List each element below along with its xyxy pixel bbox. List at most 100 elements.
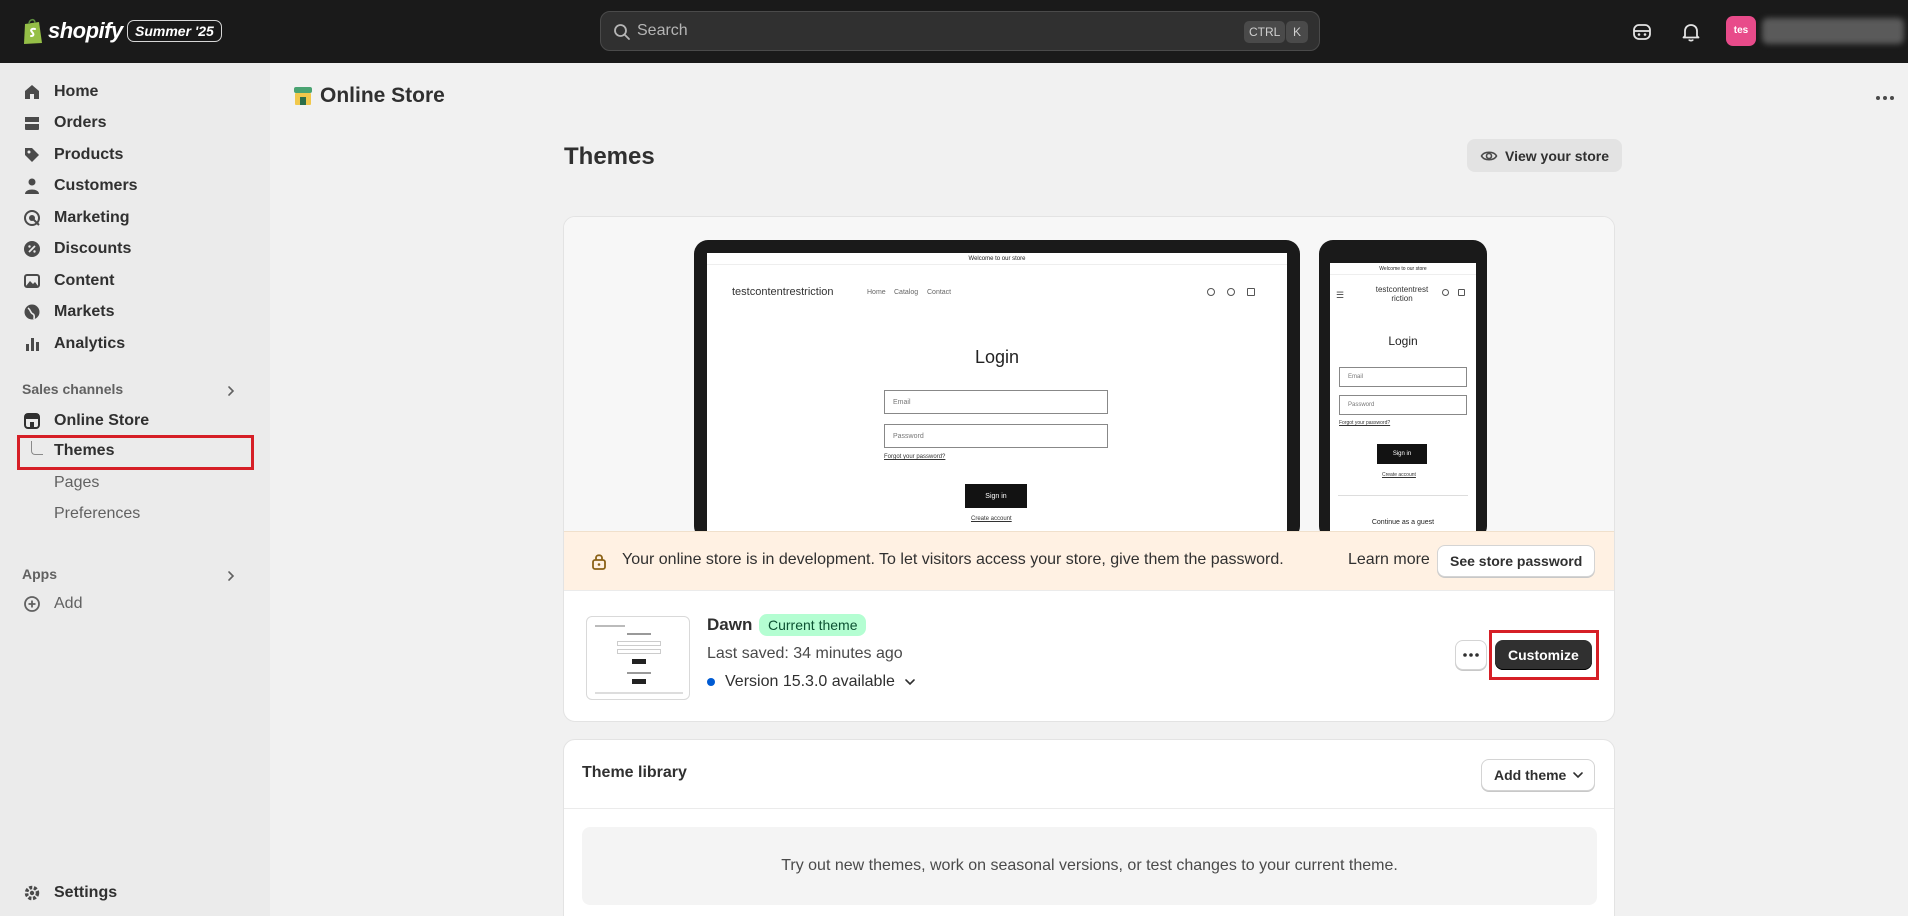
sidebar-item-label: Customers (54, 177, 138, 194)
preview-store-name: testcontentrestriction (732, 286, 834, 298)
theme-library-title: Theme library (582, 764, 687, 781)
sidebar-item-markets[interactable]: Markets (22, 297, 250, 327)
discount-icon (24, 241, 40, 257)
thumb-line (627, 633, 651, 635)
preview-login-heading: Login (974, 347, 1020, 367)
apps-label: Apps (22, 566, 57, 582)
view-store-button[interactable]: View your store (1467, 139, 1623, 172)
preview-nav-contact: Contact (927, 289, 952, 296)
preview-create-link: Create account (1382, 472, 1416, 478)
chevron-down-icon (1573, 772, 1584, 779)
see-store-password-button[interactable]: See store password (1437, 545, 1596, 577)
tag-icon (25, 148, 39, 162)
sidebar-item-orders[interactable]: Orders (22, 108, 250, 138)
search-input[interactable] (637, 12, 1197, 50)
sidebar-subitem-pages[interactable]: Pages (54, 474, 99, 492)
learn-more-link[interactable]: Learn more (1348, 551, 1430, 569)
thumb-button (632, 679, 646, 684)
preview-nav-home: Home (867, 289, 886, 296)
account-avatar[interactable]: tes (1726, 16, 1756, 46)
sidebar-item-home[interactable]: Home (22, 77, 250, 107)
lock-icon (592, 554, 606, 570)
add-theme-label: Add theme (1494, 767, 1567, 783)
preview-store-name-mobile: testcontentrest (1375, 285, 1429, 294)
preview-store-name-mobile: riction (1391, 294, 1413, 303)
announcement-bar: Welcome to our store (707, 253, 1287, 265)
preview-nav-catalog: Catalog (894, 289, 919, 296)
chevron-down-icon (905, 679, 915, 686)
sidebar-item-content[interactable]: Content (22, 266, 250, 296)
sidebar-item-products[interactable]: Products (22, 140, 250, 170)
preview-cart-icon (1247, 288, 1255, 296)
preview-sign-in-button: Sign in (965, 484, 1027, 508)
sidebar-item-settings[interactable]: Settings (22, 878, 250, 908)
preview-email-field: Email (1339, 367, 1467, 387)
theme-thumbnail[interactable] (586, 616, 690, 700)
sidebar-item-label: Content (54, 272, 115, 289)
theme-actions-button[interactable] (1455, 640, 1487, 670)
globe-icon (24, 304, 40, 320)
sidebar-item-label: Add (54, 595, 83, 612)
last-saved-text: Last saved: 34 minutes ago (707, 645, 903, 662)
preview-forgot-link: Forgot your password? (1339, 420, 1391, 426)
sidebar-subitem-preferences[interactable]: Preferences (54, 505, 140, 523)
highlight-box-customize (1489, 630, 1599, 680)
shortcut-ctrl-key: CTRL (1244, 21, 1286, 43)
sidebar-item-marketing[interactable]: Marketing (22, 203, 250, 233)
orders-icon (25, 117, 39, 130)
online-store-color-icon (294, 87, 312, 105)
more-actions-icon[interactable] (1874, 88, 1896, 108)
preview-guest-heading: Continue as a guest (1371, 519, 1435, 526)
thumb-line (627, 672, 651, 674)
divider (564, 808, 1614, 809)
sidebar-item-label: Settings (54, 884, 118, 901)
preview-account-icon (1227, 288, 1235, 296)
sidebar-item-label: Analytics (54, 335, 126, 352)
chevron-right-icon[interactable] (224, 384, 238, 398)
edition-badge[interactable]: Summer '25 (127, 20, 222, 42)
thumb-line (595, 692, 683, 694)
thumb-button (632, 659, 646, 664)
sidebar-item-add[interactable]: Add (22, 589, 250, 619)
sidebar-item-customers[interactable]: Customers (22, 171, 250, 201)
sidekick-icon[interactable] (1630, 20, 1654, 44)
preview-cart-icon (1458, 289, 1465, 296)
page-header-title: Online Store (320, 84, 445, 107)
theme-name: Dawn (707, 615, 753, 634)
image-icon (24, 274, 40, 288)
sidebar-item-analytics[interactable]: Analytics (22, 329, 250, 359)
version-dropdown[interactable]: Version 15.3.0 available (707, 673, 917, 691)
sidebar-item-label: Orders (54, 114, 107, 131)
preview-login-heading: Login (1388, 334, 1418, 348)
shopify-bag-icon (24, 18, 42, 44)
sidebar-item-label: Online Store (54, 412, 150, 429)
preview-search-icon (1207, 288, 1215, 296)
theme-library-empty-state: Try out new themes, work on seasonal ver… (582, 827, 1597, 905)
current-theme-card: Welcome to our store testcontentrestrict… (563, 216, 1615, 722)
sidebar-item-discounts[interactable]: Discounts (22, 234, 250, 264)
add-theme-button[interactable]: Add theme (1481, 759, 1596, 791)
home-icon (25, 85, 39, 99)
page-header: Online Store (292, 84, 445, 108)
sales-channels-label: Sales channels (22, 381, 124, 397)
mobile-preview-frame: Welcome to our store ☰ testcontentrest r… (1319, 240, 1487, 531)
preview-divider (1338, 495, 1468, 496)
mobile-preview-screen: Welcome to our store ☰ testcontentrest r… (1330, 263, 1476, 531)
search-bar[interactable]: CTRL K (600, 11, 1320, 51)
development-message: Your online store is in development. To … (622, 551, 1284, 568)
chevron-right-icon[interactable] (224, 569, 238, 583)
preview-password-field: Password (1339, 395, 1467, 415)
plus-circle-icon (24, 596, 40, 612)
sidebar-item-online-store[interactable]: Online Store (22, 406, 250, 436)
theme-preview[interactable]: Welcome to our store testcontentrestrict… (564, 217, 1614, 531)
logo-text: shopify (48, 18, 123, 43)
preview-search-icon (1442, 289, 1449, 296)
notification-bell-icon[interactable] (1679, 20, 1703, 44)
preview-menu-icon: ☰ (1336, 290, 1345, 300)
view-store-label: View your store (1505, 147, 1610, 164)
person-icon (25, 178, 39, 194)
account-name-redacted[interactable] (1762, 18, 1904, 44)
shopify-logo[interactable]: shopify (22, 17, 123, 45)
page-title: Themes (564, 143, 655, 170)
sidebar-item-label: Products (54, 146, 124, 163)
